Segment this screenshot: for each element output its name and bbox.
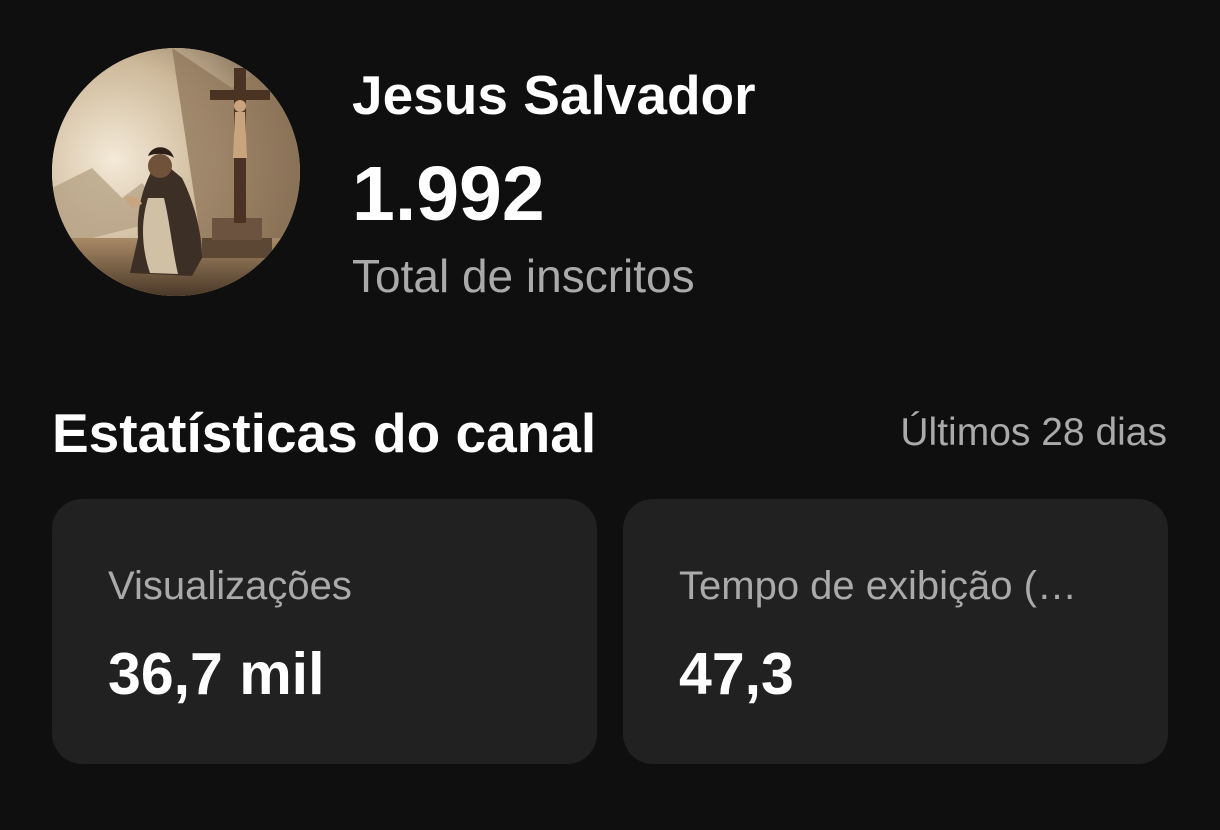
watch-time-value: 47,3: [679, 641, 794, 707]
views-value: 36,7 mil: [108, 641, 325, 707]
channel-stats-title: Estatísticas do canal: [52, 402, 597, 464]
watch-time-card[interactable]: Tempo de exibição (… 47,3: [623, 499, 1168, 764]
channel-avatar-image: [52, 48, 300, 296]
channel-stats-screen: Jesus Salvador 1.992 Total de inscritos …: [0, 0, 1220, 830]
watch-time-label: Tempo de exibição (…: [679, 564, 1077, 608]
channel-avatar[interactable]: [52, 48, 300, 296]
subscriber-count: 1.992: [352, 151, 545, 237]
channel-name: Jesus Salvador: [352, 64, 756, 126]
views-label: Visualizações: [108, 564, 352, 608]
stats-period: Últimos 28 dias: [900, 411, 1167, 454]
views-card[interactable]: Visualizações 36,7 mil: [52, 499, 597, 764]
subscriber-label: Total de inscritos: [352, 250, 695, 302]
